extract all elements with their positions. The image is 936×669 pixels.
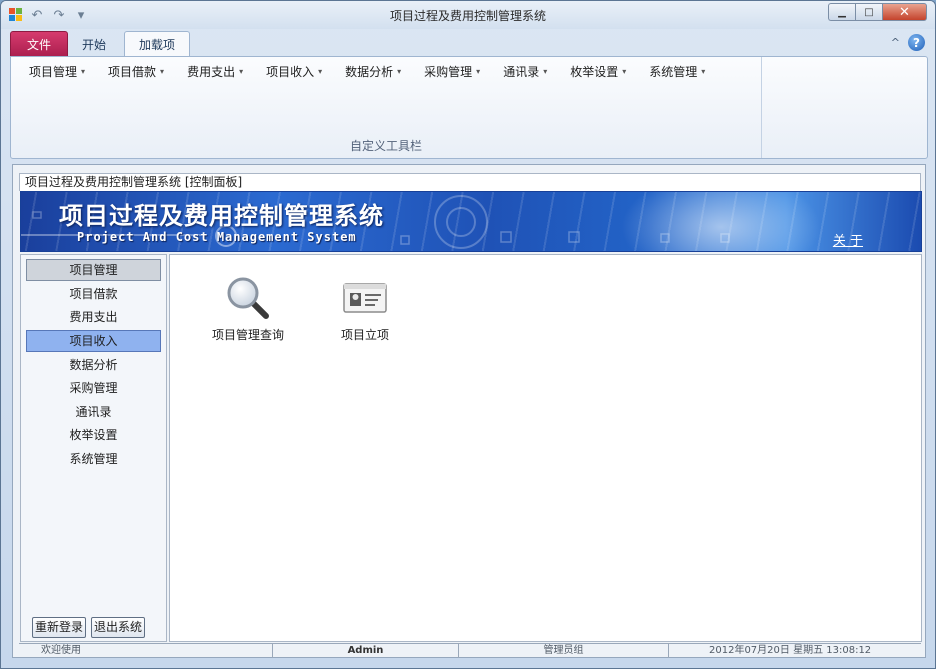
nav-item-contacts[interactable]: 通讯录 [26,401,161,423]
tile-label: 项目管理查询 [211,328,284,342]
menu-label: 项目借款 [108,65,157,79]
menu-label: 数据分析 [345,65,394,79]
tile-icon-box [193,273,303,323]
custom-toolbar-group: 项目管理 ▾ 项目借款 ▾ 费用支出 ▾ 项目收入 ▾ 数据分析 ▾ 采购管理 ▾ 通讯录 ▾… [11,57,762,158]
ribbon-menu-row: 项目管理 ▾ 项目借款 ▾ 费用支出 ▾ 项目收入 ▾ 数据分析 ▾ 采购管理 ▾ 通讯录 ▾… [29,63,728,80]
chevron-down-icon: ▾ [543,67,548,76]
exit-system-button[interactable]: 退出系统 [91,617,146,638]
ribbon-group-label: 自定义工具栏 [349,139,422,153]
chevron-down-icon: ▾ [701,67,706,76]
status-datetime: 2012年07月20日 星期五 13:08:12 [709,645,872,656]
chevron-down-icon: ▾ [397,67,402,76]
minimize-button[interactable]: ▁ [828,3,855,21]
menu-data-analysis[interactable]: 数据分析 ▾ [345,63,401,80]
ribbon-right-controls: ^ ? [891,34,925,51]
menu-contacts[interactable]: 通讯录 ▾ [503,63,547,80]
menu-project-management[interactable]: 项目管理 ▾ [29,63,85,80]
ribbon-panel: 项目管理 ▾ 项目借款 ▾ 费用支出 ▾ 项目收入 ▾ 数据分析 ▾ 采购管理 ▾ 通讯录 ▾… [10,56,928,159]
panel-title-tab: 项目过程及费用控制管理系统 [控制面板] [13,165,925,191]
menu-project-loan[interactable]: 项目借款 ▾ [108,63,164,80]
chevron-down-icon: ▾ [476,67,481,76]
menu-label: 通讯录 [503,65,540,79]
nav-item-system-management[interactable]: 系统管理 [26,448,161,470]
nav-item-project-management[interactable]: 项目管理 [26,259,161,281]
menu-project-income[interactable]: 项目收入 ▾ [266,63,322,80]
control-panel-frame: 项目过程及费用控制管理系统 [控制面板] 项目过程及费用控制管理系统 Proje… [12,164,926,658]
left-navigation: 项目管理 项目借款 费用支出 项目收入 数据分析 采购管理 通讯录 枚举设置 系… [20,254,167,642]
nav-item-data-analysis[interactable]: 数据分析 [26,354,161,376]
window-controls: ▁ □ ✕ [828,3,927,21]
menu-label: 项目收入 [266,65,315,79]
status-role: 管理员组 [459,644,669,658]
banner-title: 项目过程及费用控制管理系统 [59,201,384,230]
menu-label: 项目管理 [29,65,78,79]
nav-item-enum-settings[interactable]: 枚举设置 [26,424,161,446]
header-banner: 项目过程及费用控制管理系统 Project And Cost Managemen… [20,191,922,252]
nav-item-purchasing[interactable]: 采购管理 [26,377,161,399]
nav-item-project-income[interactable]: 项目收入 [26,330,161,352]
nav-item-project-loan[interactable]: 项目借款 [26,283,161,305]
tile-project-initiation[interactable]: 项目立项 [310,273,420,343]
status-bar: 欢迎使用 Admin 管理员组 2012年07月20日 星期五 13:08:12 [19,643,921,658]
menu-label: 枚举设置 [570,65,619,79]
relogin-button[interactable]: 重新登录 [32,617,87,638]
chevron-down-icon: ▾ [318,67,323,76]
menu-enum-settings[interactable]: 枚举设置 ▾ [570,63,626,80]
menu-label: 费用支出 [187,65,236,79]
panel-title: 项目过程及费用控制管理系统 [控制面板] [19,173,921,191]
about-link[interactable]: 关 于 [833,230,863,249]
ribbon-tabs: 文件 开始 加载项 [10,30,191,57]
menu-purchasing[interactable]: 采购管理 ▾ [424,63,480,80]
menu-label: 采购管理 [424,65,473,79]
nav-item-expense[interactable]: 费用支出 [26,306,161,328]
chevron-down-icon: ▾ [622,67,627,76]
chevron-down-icon: ▾ [81,67,86,76]
tile-label: 项目立项 [340,328,389,342]
minimize-ribbon-icon[interactable]: ^ [891,36,900,49]
tab-home[interactable]: 开始 [68,31,120,57]
tab-addins[interactable]: 加载项 [124,31,191,57]
content-area: 项目管理查询 项目立项 [169,254,922,642]
window-title: 项目过程及费用控制管理系统 [389,9,546,23]
menu-label: 系统管理 [649,65,698,79]
chevron-down-icon: ▾ [239,67,244,76]
maximize-button[interactable]: □ [855,3,882,21]
tile-icon-box [310,273,420,323]
menu-expense[interactable]: 费用支出 ▾ [187,63,243,80]
help-icon[interactable]: ? [908,34,925,51]
close-button[interactable]: ✕ [882,3,927,21]
menu-system-management[interactable]: 系统管理 ▾ [649,63,705,80]
title-bar: ↶ ↷ ▾ 项目过程及费用控制管理系统 ▁ □ ✕ [1,1,935,29]
tile-project-query[interactable]: 项目管理查询 [193,273,303,343]
status-welcome: 欢迎使用 [19,644,273,658]
magnifier-icon [227,277,269,319]
banner-subtitle: Project And Cost Management System [77,230,357,244]
id-card-icon [343,283,387,313]
chevron-down-icon: ▾ [160,67,165,76]
status-user: Admin [273,644,459,658]
nav-button-row: 重新登录 退出系统 [32,617,146,638]
tab-file[interactable]: 文件 [10,31,69,57]
app-window: ↶ ↷ ▾ 项目过程及费用控制管理系统 ▁ □ ✕ 文件 开始 加载项 ^ ? … [0,0,936,669]
